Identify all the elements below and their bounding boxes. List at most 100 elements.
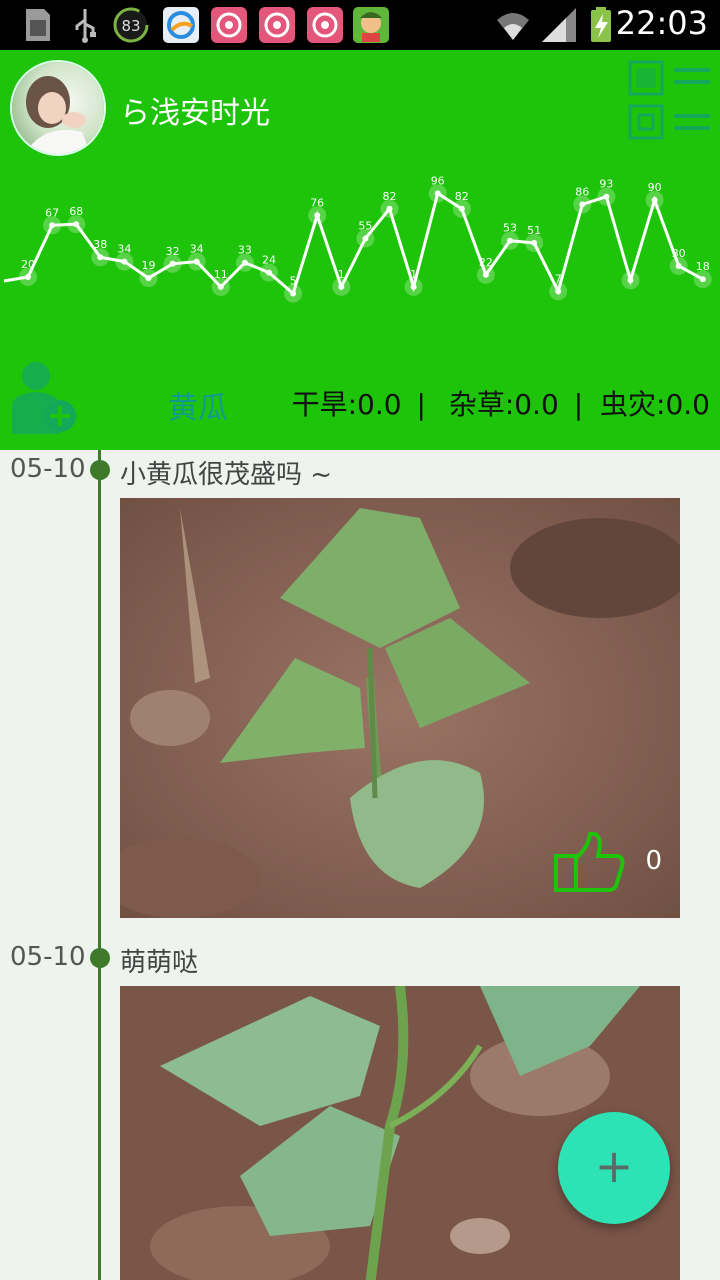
chart-data-label: 90 <box>648 181 662 194</box>
profile-header: ら浅安时光 20 67 68 38 34 19 32 34 11 33 24 5 76 1 55 82 1 96 8… <box>0 50 720 450</box>
add-post-button[interactable]: + <box>558 1112 670 1224</box>
trend-line-chart: 20 67 68 38 34 19 32 34 11 33 24 5 76 1 55 82 1 96 82 22 53 5… <box>3 174 712 303</box>
chart-point-dot <box>482 271 489 278</box>
chart-data-label: 18 <box>696 260 710 273</box>
stats-row: 干旱:0.0 | 杂草:0.0 | 虫灾:0.0 <box>292 383 710 423</box>
chart-data-label: 11 <box>214 268 228 281</box>
sim-card-icon <box>26 9 50 41</box>
chart-data-label: 22 <box>479 256 493 269</box>
chart-point-dot <box>386 205 393 212</box>
menu-icon[interactable] <box>674 68 710 84</box>
browser-app-icon <box>163 7 199 43</box>
chart-data-label: 51 <box>527 224 541 237</box>
chart-data-label: 1 <box>338 268 345 281</box>
chart-data-label: 19 <box>142 259 156 272</box>
stat-separator: | <box>416 388 426 421</box>
chart-point-dot <box>241 259 248 266</box>
signal-icon <box>542 8 576 42</box>
chart-data-label: 68 <box>69 205 83 218</box>
chart-data-label: 32 <box>166 245 180 258</box>
notification-app-icon <box>211 7 247 43</box>
chart-data-label: 1 <box>410 268 417 281</box>
chart-data-label: 30 <box>672 247 686 260</box>
notification-app-icon <box>259 7 295 43</box>
chart-data-label: 34 <box>190 243 204 256</box>
battery-percent-icon: 83 <box>113 7 149 43</box>
chart-data-label: 86 <box>575 185 589 198</box>
post-text[interactable]: 萌萌哒 <box>120 942 198 979</box>
chart-data-label: 33 <box>238 244 252 257</box>
chart-point-dot <box>507 237 513 244</box>
chart-point-dot <box>49 222 56 229</box>
chart-data-label: 96 <box>431 174 445 187</box>
chart-data-label: 93 <box>599 178 613 191</box>
chart-point-dot <box>555 288 562 295</box>
chart-point-dot <box>651 197 658 203</box>
post-date: 05-10 <box>10 942 86 972</box>
chart-point-dot <box>121 258 128 265</box>
chart-point-dot <box>362 235 369 242</box>
chart-data-label: 82 <box>455 190 469 203</box>
svg-text:83: 83 <box>121 17 140 35</box>
battery-charging-icon <box>591 7 611 42</box>
drought-stat: 干旱:0.0 <box>291 388 402 421</box>
chart-point-dot <box>73 221 80 228</box>
stat-separator: | <box>573 388 584 421</box>
picture-icon[interactable] <box>628 60 664 96</box>
chart-point-dot <box>97 254 104 261</box>
header-menu-icons <box>628 60 710 140</box>
list-icon[interactable] <box>674 114 710 130</box>
chart-point-dot <box>338 283 345 290</box>
weeds-stat: 杂草:0.0 <box>448 388 559 421</box>
chart-point-dot <box>627 277 634 284</box>
chart-data-label: 24 <box>262 254 276 267</box>
chart-data-label: 20 <box>21 258 35 271</box>
usb-icon <box>75 9 96 43</box>
chart-point-dot <box>217 283 224 290</box>
timeline-dot <box>90 948 110 968</box>
chart-point-dot <box>193 258 200 265</box>
chart-point-dot <box>169 260 176 267</box>
timeline-dot <box>90 460 110 480</box>
chart-point-dot <box>458 205 465 212</box>
notification-app-icon <box>307 7 343 43</box>
chart-data-label: 5 <box>290 275 297 288</box>
chart-data-label: 7 <box>555 272 562 285</box>
avatar-photo <box>12 62 104 154</box>
post-text[interactable]: 小黄瓜很茂盛吗 ~ <box>120 454 332 491</box>
post-photo[interactable]: 0 <box>120 498 680 918</box>
pests-stat: 虫灾:0.0 <box>600 388 710 421</box>
chart-point-dot <box>531 239 538 246</box>
chart-point-dot <box>290 290 297 297</box>
username: ら浅安时光 <box>120 96 270 131</box>
settings-icon[interactable] <box>628 104 664 140</box>
chart-point-dot <box>266 269 272 276</box>
chart-point-dot <box>25 274 31 280</box>
chart-point-dot <box>314 212 321 219</box>
chart-point-dot <box>434 190 441 197</box>
chart-point-dot <box>675 263 682 269</box>
like-button[interactable]: 0 <box>552 831 662 892</box>
chart-data-label: 34 <box>117 243 131 256</box>
timeline-line <box>98 450 101 1280</box>
thumbs-up-icon <box>554 831 625 892</box>
crop-name[interactable]: 黄瓜 <box>168 383 228 427</box>
chart-data-label: 76 <box>310 196 324 209</box>
wifi-icon <box>497 13 529 40</box>
chart-data-label: 67 <box>45 206 59 219</box>
plus-icon: + <box>594 1139 634 1193</box>
chart-data-label: 55 <box>358 220 372 233</box>
clock: 22:03 <box>615 4 708 42</box>
chart-point-dot <box>699 276 706 283</box>
chart-point-dot <box>145 275 152 282</box>
chart-point-dot <box>579 201 586 208</box>
chart-point-dot <box>410 283 417 290</box>
chart-point-dot <box>603 193 610 200</box>
chart-data-label: 53 <box>503 222 517 235</box>
post-date: 05-10 <box>10 454 86 484</box>
avatar[interactable] <box>10 60 106 156</box>
like-count: 0 <box>645 846 662 876</box>
status-bar: 83 22:03 <box>0 0 720 50</box>
add-person-icon[interactable] <box>8 358 80 438</box>
chart-data-label: 82 <box>383 190 397 203</box>
